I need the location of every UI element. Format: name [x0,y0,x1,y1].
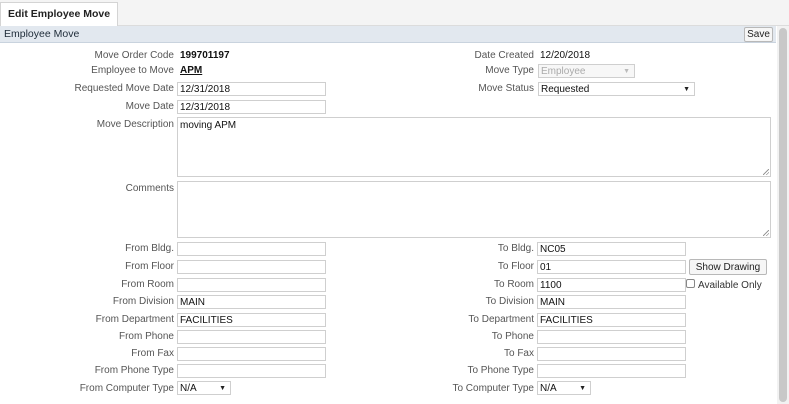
resize-grip-icon[interactable] [763,230,769,236]
to-computer-type-select[interactable]: N/A ▼ [537,381,591,395]
move-description-label: Move Description [96,119,174,130]
comments-textarea[interactable] [177,181,771,238]
date-created-label: Date Created [474,50,534,61]
to-fax-input[interactable] [537,347,686,361]
to-bldg-label: To Bldg. [497,243,534,254]
to-department-input[interactable]: FACILITIES [537,313,686,327]
to-bldg-input[interactable]: NC05 [537,242,686,256]
to-room-label: To Room [493,279,534,290]
move-description-textarea[interactable]: moving APM [177,117,771,177]
comments-label: Comments [125,183,174,194]
to-phone-type-label: To Phone Type [467,365,534,376]
panel-title: Employee Move [4,28,80,40]
to-phone-input[interactable] [537,330,686,344]
tab-bar: Edit Employee Move [0,0,789,26]
move-date-label: Move Date [125,101,174,112]
to-floor-input[interactable]: 01 [537,260,686,274]
move-status-select[interactable]: Requested ▼ [538,82,695,96]
date-created-value: 12/20/2018 [540,50,591,61]
chevron-down-icon: ▼ [683,86,690,93]
to-computer-type-label: To Computer Type [452,383,534,394]
available-only-label: Available Only [698,280,762,291]
to-phone-type-input[interactable] [537,364,686,378]
tab-edit-employee-move[interactable]: Edit Employee Move [0,2,119,26]
scrollbar-thumb[interactable] [779,28,787,402]
to-phone-label: To Phone [491,331,534,342]
move-status-value: Requested [541,84,590,95]
chevron-down-icon: ▼ [579,385,586,392]
to-division-input[interactable]: MAIN [537,295,686,309]
move-type-select: Employee ▼ [538,64,635,78]
to-room-input[interactable]: 1100 [537,278,686,292]
show-drawing-button[interactable]: Show Drawing [689,259,767,275]
move-date-input[interactable]: 12/31/2018 [177,100,326,114]
to-computer-type-value: N/A [540,383,557,394]
move-type-label: Move Type [485,65,534,76]
chevron-down-icon: ▼ [623,68,630,75]
move-type-value: Employee [541,66,586,77]
available-only-checkbox[interactable] [686,279,695,288]
move-status-label: Move Status [478,83,534,94]
resize-grip-icon[interactable] [763,169,769,175]
to-division-label: To Division [485,296,534,307]
to-floor-label: To Floor [497,261,534,272]
save-button[interactable]: Save [744,27,773,42]
panel-header: Employee Move [0,26,776,43]
to-department-label: To Department [468,314,534,325]
to-fax-label: To Fax [503,348,534,359]
move-description-text: moving APM [180,120,237,131]
